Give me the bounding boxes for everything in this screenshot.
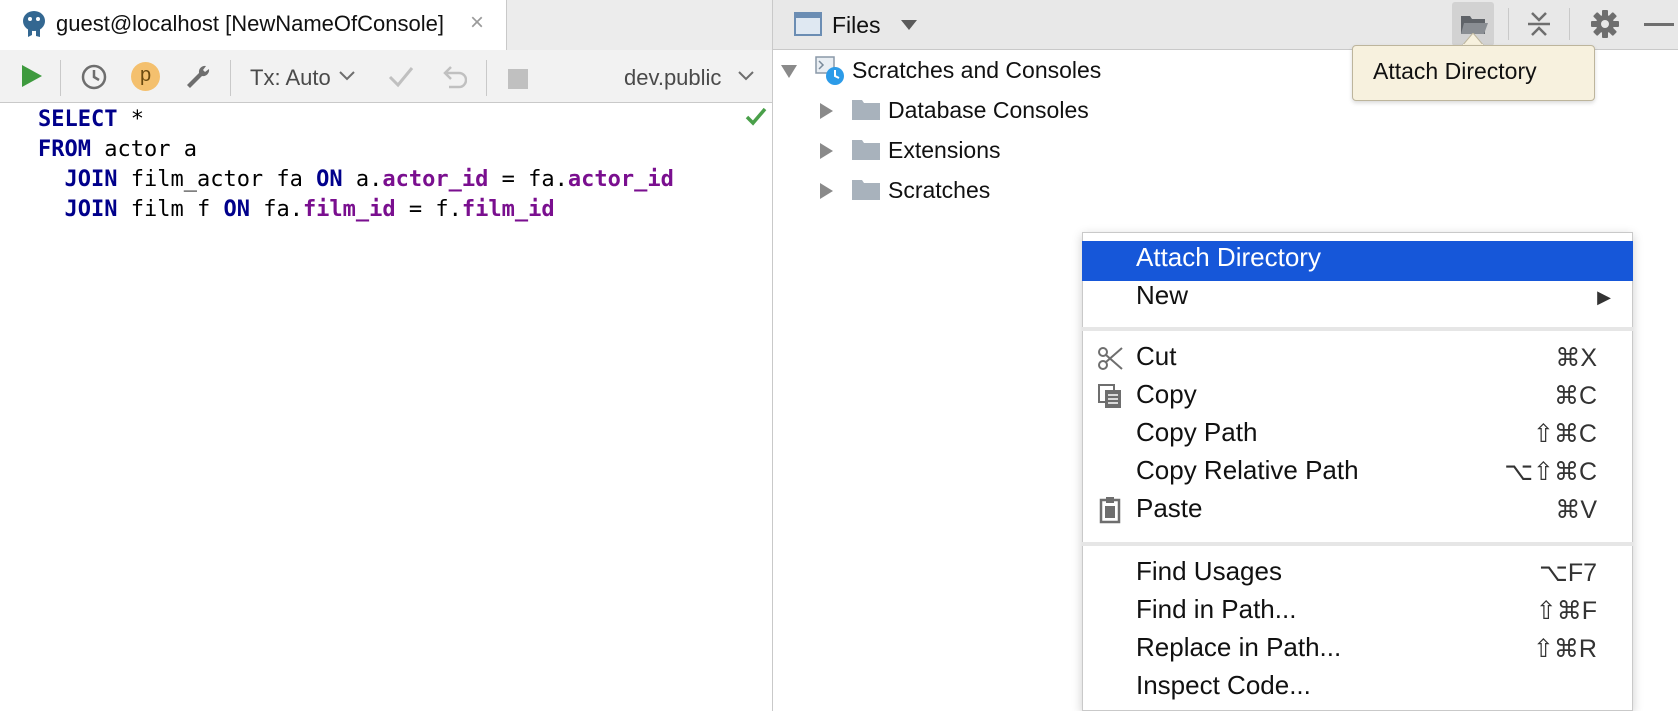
sql-keyword: ON (316, 167, 343, 192)
collapsed-arrow-icon[interactable] (817, 102, 835, 120)
sql-keyword: JOIN (38, 197, 118, 222)
menu-item-new[interactable]: New (1136, 280, 1188, 311)
sql-text: film f (117, 197, 224, 222)
rollback-undo-icon[interactable] (439, 63, 467, 91)
menu-shortcut: ⇧⌘C (1532, 420, 1597, 448)
postgresql-icon (23, 11, 45, 37)
header-separator (1569, 8, 1570, 40)
menu-item-find-in-path[interactable]: Find in Path... (1136, 594, 1296, 625)
toolbar-separator (60, 60, 61, 96)
sql-text: = fa. (488, 167, 568, 192)
menu-shortcut: ⌥F7 (1539, 559, 1597, 587)
sql-text: actor a (90, 137, 197, 162)
menu-item-copy[interactable]: Copy (1136, 379, 1197, 410)
sql-line: FROM actor a (38, 135, 197, 165)
sql-line: SELECT * (38, 105, 144, 135)
menu-shortcut: ⌘X (1555, 344, 1597, 372)
clipboard-icon (1096, 496, 1124, 524)
stop-icon[interactable] (508, 69, 528, 89)
menu-shortcut: ⇧⌘R (1532, 635, 1597, 663)
collapsed-arrow-icon[interactable] (817, 182, 835, 200)
menu-shortcut: ⇧⌘F (1535, 597, 1597, 625)
toolbar-separator (486, 60, 487, 96)
sql-keyword: ON (223, 197, 250, 222)
collapsed-arrow-icon[interactable] (817, 142, 835, 160)
chevron-down-icon[interactable] (737, 68, 755, 84)
sql-keyword: SELECT (38, 107, 118, 132)
gear-icon[interactable] (1590, 9, 1620, 39)
menu-item-cut[interactable]: Cut (1136, 341, 1176, 372)
minimize-icon[interactable] (1644, 23, 1674, 26)
folder-icon (852, 140, 880, 160)
sql-text: = f. (395, 197, 462, 222)
sql-keyword: JOIN (38, 167, 118, 192)
tree-item-extensions[interactable]: Extensions (888, 137, 1001, 164)
menu-item-paste[interactable]: Paste (1136, 493, 1203, 524)
sql-line: JOIN film f ON fa.film_id = f.film_id (38, 195, 555, 225)
submenu-arrow-icon: ▶ (1597, 287, 1611, 307)
transaction-mode-dropdown[interactable]: Tx: Auto (250, 65, 331, 91)
sql-line: JOIN film_actor fa ON a.actor_id = fa.ac… (38, 165, 674, 195)
tree-item-scratches[interactable]: Scratches (888, 177, 990, 204)
sql-column: actor_id (567, 167, 674, 192)
run-button[interactable] (18, 63, 44, 89)
menu-shortcut: ⌘C (1553, 382, 1597, 410)
folder-icon (852, 100, 880, 120)
sql-text: film_actor fa (117, 167, 317, 192)
schema-dropdown[interactable]: dev.public (624, 65, 721, 91)
inspection-ok-icon (745, 107, 767, 126)
sql-column: actor_id (382, 167, 489, 192)
history-clock-icon[interactable] (80, 63, 108, 91)
chevron-down-icon[interactable] (338, 68, 356, 84)
close-tab-icon[interactable]: × (470, 9, 484, 37)
menu-separator (1082, 327, 1633, 331)
sql-column: film_id (461, 197, 555, 222)
window-icon (794, 12, 822, 36)
sql-keyword: FROM (38, 137, 91, 162)
copy-icon (1096, 382, 1124, 410)
menu-item-attach-directory[interactable]: Attach Directory (1136, 242, 1321, 273)
expanded-arrow-icon[interactable] (780, 62, 798, 80)
menu-shortcut: ⌘V (1555, 496, 1597, 524)
scratches-consoles-icon (815, 56, 844, 85)
tree-root-label[interactable]: Scratches and Consoles (852, 57, 1101, 84)
caret-down-icon[interactable] (899, 18, 919, 32)
header-separator (1508, 8, 1509, 40)
session-badge-button[interactable]: p (131, 62, 160, 91)
sql-text: a. (342, 167, 383, 192)
files-view-title[interactable]: Files (832, 12, 881, 39)
sql-column: film_id (302, 197, 396, 222)
folder-icon (852, 180, 880, 200)
wrench-icon[interactable] (184, 63, 212, 91)
menu-item-find-usages[interactable]: Find Usages (1136, 556, 1282, 587)
console-tab-title: guest@localhost [NewNameOfConsole] (56, 11, 444, 36)
sql-text: fa. (249, 197, 303, 222)
menu-item-copy-relative-path[interactable]: Copy Relative Path (1136, 455, 1359, 486)
menu-item-inspect-code[interactable]: Inspect Code... (1136, 670, 1311, 701)
tree-item-database-consoles[interactable]: Database Consoles (888, 97, 1089, 124)
menu-separator (1082, 542, 1633, 546)
menu-shortcut: ⌥⇧⌘C (1504, 458, 1597, 486)
scissors-icon (1096, 344, 1124, 372)
collapse-all-icon[interactable] (1525, 10, 1553, 38)
sql-text: * (117, 107, 144, 132)
tooltip-text: Attach Directory (1373, 58, 1537, 84)
commit-check-icon[interactable] (387, 63, 415, 91)
menu-item-copy-path[interactable]: Copy Path (1136, 417, 1257, 448)
menu-item-replace-in-path[interactable]: Replace in Path... (1136, 632, 1341, 663)
toolbar-separator (230, 60, 231, 96)
